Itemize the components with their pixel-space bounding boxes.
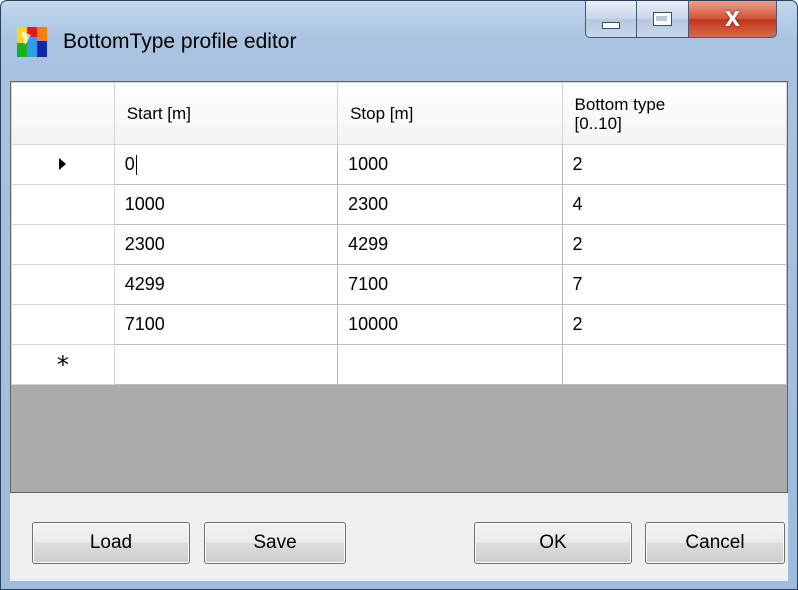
cell-stop-value: 7100 (348, 274, 389, 294)
cancel-button[interactable]: Cancel (645, 522, 785, 564)
cell-bottom-type-value: 2 (572, 314, 583, 334)
minimize-icon (602, 21, 620, 29)
cell-start[interactable]: 1000 (113, 184, 339, 225)
text-caret (135, 155, 137, 176)
cell-start-value: 1000 (124, 194, 165, 214)
cell-bottom-type-value: 2 (572, 154, 583, 174)
row-header-new[interactable]: * (11, 344, 115, 385)
row-pointer-icon (59, 157, 67, 170)
cell-bottom-type[interactable]: 7 (561, 264, 787, 305)
close-icon: X (724, 7, 741, 31)
table-row: 4299 7100 7 (11, 264, 787, 305)
row-header[interactable] (11, 184, 115, 225)
client-area: Start [m] Stop [m] Bottom type [0..10] 0 (10, 81, 788, 581)
table-row: 1000 2300 4 (11, 184, 787, 225)
row-header[interactable] (11, 224, 115, 265)
cell-start[interactable]: 7100 (113, 304, 339, 345)
caption-buttons: X (585, 1, 777, 41)
load-button[interactable]: Load (32, 522, 190, 564)
table-row: 0 1000 2 (11, 144, 787, 185)
close-button[interactable]: X (689, 1, 777, 38)
new-row: * (11, 344, 787, 385)
cell-stop[interactable]: 1000 (337, 144, 563, 185)
cell-stop-value: 4299 (348, 234, 389, 254)
cell-start-value: 2300 (124, 234, 165, 254)
cell-start-new[interactable] (113, 344, 339, 385)
cell-bottom-type[interactable]: 2 (561, 224, 787, 265)
title-bar[interactable]: BottomType profile editor X (1, 1, 797, 81)
maximize-button[interactable] (637, 1, 689, 38)
row-header[interactable] (11, 144, 115, 185)
cell-stop[interactable]: 7100 (337, 264, 563, 305)
new-row-asterisk-icon: * (56, 350, 69, 379)
column-header-bottom-type[interactable]: Bottom type [0..10] (561, 82, 787, 145)
minimize-button[interactable] (585, 1, 637, 38)
cell-start-value: 4299 (124, 274, 165, 294)
cell-bottom-type[interactable]: 4 (561, 184, 787, 225)
ok-button[interactable]: OK (474, 522, 632, 564)
row-header[interactable] (11, 264, 115, 305)
cell-bottom-type[interactable]: 2 (561, 144, 787, 185)
table-row: 2300 4299 2 (11, 224, 787, 265)
column-header-stop[interactable]: Stop [m] (337, 82, 563, 145)
cell-stop-value: 2300 (348, 194, 389, 214)
profile-table: Start [m] Stop [m] Bottom type [0..10] 0 (11, 82, 787, 385)
maximize-icon (653, 12, 672, 26)
cell-start[interactable]: 2300 (113, 224, 339, 265)
column-header-start-label: Start [m] (126, 103, 191, 123)
cell-stop-value: 1000 (348, 154, 389, 174)
cell-bottom-type-new[interactable] (561, 344, 787, 385)
dialog-window: BottomType profile editor X Start [m] St… (0, 0, 798, 590)
cell-bottom-type-value: 2 (572, 234, 583, 254)
column-header-start[interactable]: Start [m] (113, 82, 339, 145)
column-header-bottom-type-line2: [0..10] (574, 113, 622, 133)
cell-stop[interactable]: 10000 (337, 304, 563, 345)
cell-start[interactable]: 4299 (113, 264, 339, 305)
profile-grid[interactable]: Start [m] Stop [m] Bottom type [0..10] 0 (10, 81, 788, 493)
cell-start-value: 0 (124, 153, 135, 174)
cell-bottom-type[interactable]: 2 (561, 304, 787, 345)
column-header-stop-label: Stop [m] (350, 103, 414, 123)
cell-stop[interactable]: 2300 (337, 184, 563, 225)
cell-stop-new[interactable] (337, 344, 563, 385)
window-title: BottomType profile editor (63, 30, 297, 53)
header-row: Start [m] Stop [m] Bottom type [0..10] (11, 82, 787, 145)
cell-start[interactable]: 0 (113, 144, 339, 185)
cell-stop[interactable]: 4299 (337, 224, 563, 265)
row-header[interactable] (11, 304, 115, 345)
table-row: 7100 10000 2 (11, 304, 787, 345)
cell-start-value: 7100 (124, 314, 165, 334)
cell-stop-value: 10000 (348, 314, 399, 334)
app-color-icon (17, 27, 47, 57)
cell-bottom-type-value: 7 (572, 274, 583, 294)
column-header-bottom-type-line1: Bottom type (574, 94, 666, 114)
corner-header (11, 82, 115, 145)
cell-bottom-type-value: 4 (572, 194, 583, 214)
save-button[interactable]: Save (204, 522, 346, 564)
